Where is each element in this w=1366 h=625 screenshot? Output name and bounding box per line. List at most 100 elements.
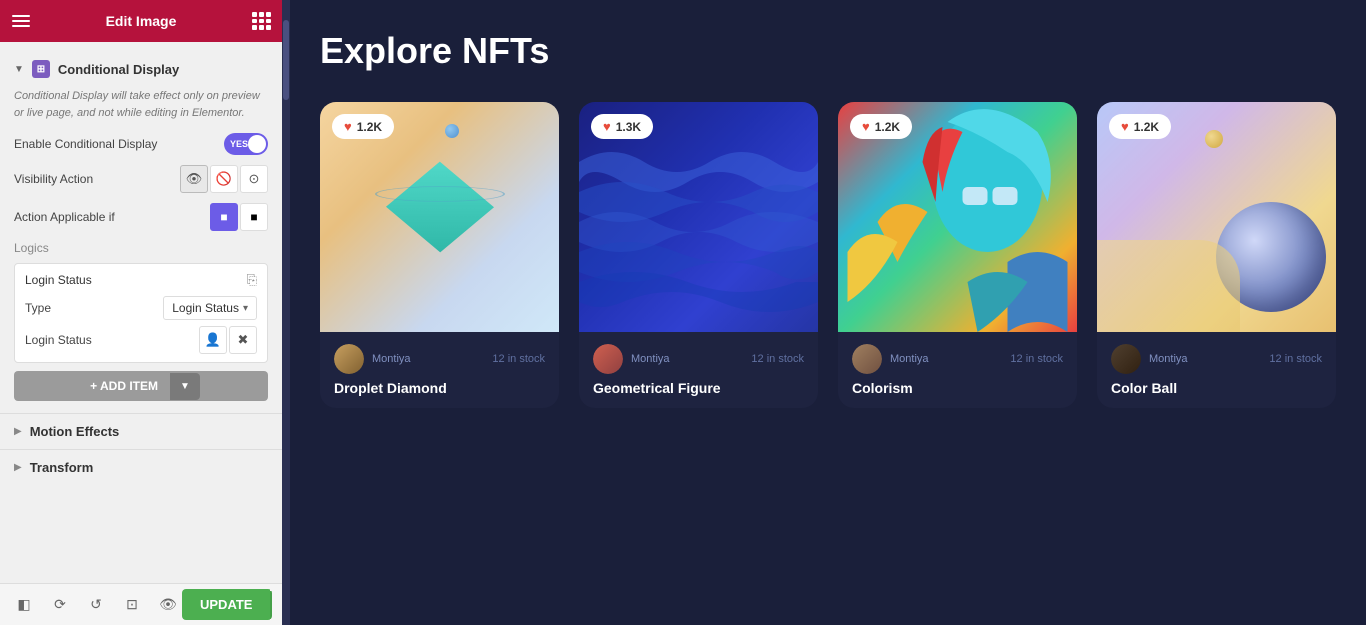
- copy-icon[interactable]: ⎘: [247, 272, 257, 288]
- type-row: Type Login Status ▾: [25, 296, 257, 320]
- nft-card-image-1: ♥ 1.3K: [579, 102, 818, 332]
- motion-effects-chevron-icon: ▶: [14, 426, 22, 437]
- nft-meta-0: Montiya 12 in stock: [334, 344, 545, 374]
- author-name-0: Montiya: [372, 353, 411, 365]
- small-sphere: [1205, 130, 1223, 148]
- stock-label-2: 12 in stock: [1010, 353, 1063, 365]
- login-status-title: Login Status: [25, 273, 92, 287]
- conditional-display-icon: ⊞: [32, 60, 50, 78]
- diamond-shape: [385, 162, 493, 253]
- avatar-0: [334, 344, 364, 374]
- avatar-2: [852, 344, 882, 374]
- logic-item-header: Login Status ⎘: [25, 272, 257, 288]
- transform-section[interactable]: ▶ Transform: [0, 449, 282, 485]
- type-dropdown[interactable]: Login Status ▾: [163, 296, 257, 320]
- nft-title-2: Colorism: [852, 380, 1063, 396]
- add-item-label: + ADD ITEM: [90, 379, 158, 393]
- visibility-eye-btn[interactable]: 👁: [180, 165, 208, 193]
- login-status-btn-group: 👤 ✖: [199, 326, 257, 354]
- heart-icon-0: ♥: [344, 119, 352, 134]
- logics-label: Logics: [14, 241, 268, 255]
- grid-icon[interactable]: [252, 12, 270, 30]
- nft-title-3: Color Ball: [1111, 380, 1322, 396]
- nft-title-0: Droplet Diamond: [334, 380, 545, 396]
- nft-card-footer-0: Montiya 12 in stock Droplet Diamond: [320, 332, 559, 408]
- likes-count-0: 1.2K: [357, 120, 382, 134]
- transform-chevron-icon: ▶: [14, 462, 22, 473]
- nft-card-1[interactable]: ♥ 1.3K Monti: [579, 102, 818, 408]
- top-bar: Edit Image: [0, 0, 282, 42]
- panel-content: ▼ ⊞ Conditional Display Conditional Disp…: [0, 42, 282, 583]
- small-ball: [445, 124, 459, 138]
- motion-effects-section[interactable]: ▶ Motion Effects: [0, 413, 282, 449]
- orbit-ring: [375, 186, 505, 201]
- nft-card-footer-3: Montiya 12 in stock Color Ball: [1097, 332, 1336, 408]
- update-arrow-btn[interactable]: ▲: [270, 591, 272, 619]
- history-tool-btn[interactable]: ↺: [82, 591, 110, 619]
- theme-tool-btn[interactable]: ⟳: [46, 591, 74, 619]
- nft-author-1: Montiya: [593, 344, 670, 374]
- visibility-btn-group: 👁 🚫 ⊙: [180, 165, 268, 193]
- toggle-yes-label: YES: [230, 139, 248, 149]
- scrollbar[interactable]: [282, 0, 290, 625]
- nft-card-2[interactable]: ♥ 1.2K: [838, 102, 1077, 408]
- author-name-2: Montiya: [890, 353, 929, 365]
- action-applicable-row: Action Applicable if ■ ■: [14, 203, 268, 231]
- gradient-accent: [1097, 240, 1240, 332]
- motion-effects-label: Motion Effects: [30, 424, 120, 439]
- enable-conditional-row: Enable Conditional Display YES: [14, 133, 268, 155]
- add-item-button[interactable]: + ADD ITEM ▼: [14, 371, 268, 401]
- visibility-eye-slash-btn[interactable]: 🚫: [210, 165, 238, 193]
- nft-meta-1: Montiya 12 in stock: [593, 344, 804, 374]
- preview-tool-btn[interactable]: 👁: [154, 591, 182, 619]
- stock-label-0: 12 in stock: [492, 353, 545, 365]
- applicable-all-btn[interactable]: ■: [210, 203, 238, 231]
- main-content: Explore NFTs ♥ 1.2K: [290, 0, 1366, 625]
- nft-author-0: Montiya: [334, 344, 411, 374]
- avatar-3: [1111, 344, 1141, 374]
- conditional-display-section-header[interactable]: ▼ ⊞ Conditional Display: [0, 50, 282, 88]
- wave-svg: [579, 102, 818, 332]
- scrollbar-thumb: [283, 20, 289, 100]
- logic-item: Login Status ⎘ Type Login Status ▾ Login…: [14, 263, 268, 363]
- login-status-label: Login Status: [25, 333, 92, 347]
- conditional-display-info: Conditional Display will take effect onl…: [14, 88, 268, 121]
- toggle-knob: [248, 135, 266, 153]
- explore-title: Explore NFTs: [320, 30, 1336, 72]
- update-button[interactable]: UPDATE: [182, 589, 270, 620]
- avatar-1: [593, 344, 623, 374]
- visibility-clock-btn[interactable]: ⊙: [240, 165, 268, 193]
- nft-card-image-0: ♥ 1.2K: [320, 102, 559, 332]
- stock-label-1: 12 in stock: [751, 353, 804, 365]
- chevron-down-icon: ▼: [14, 64, 24, 75]
- author-name-1: Montiya: [631, 353, 670, 365]
- panel-title: Edit Image: [106, 13, 177, 29]
- enable-conditional-label: Enable Conditional Display: [14, 137, 157, 151]
- login-user-icon-btn[interactable]: 👤: [199, 326, 227, 354]
- login-status-row: Login Status 👤 ✖: [25, 326, 257, 354]
- login-user-x-icon-btn[interactable]: ✖: [229, 326, 257, 354]
- hamburger-icon[interactable]: [12, 15, 30, 27]
- nft-author-2: Montiya: [852, 344, 929, 374]
- add-item-arrow-icon: ▼: [170, 373, 200, 400]
- nft-card-3[interactable]: ♥ 1.2K Montiya 12 i: [1097, 102, 1336, 408]
- visibility-action-label: Visibility Action: [14, 172, 93, 186]
- applicable-any-btn[interactable]: ■: [240, 203, 268, 231]
- nft-card-image-2: ♥ 1.2K: [838, 102, 1077, 332]
- type-value: Login Status: [172, 301, 239, 315]
- bottom-toolbar: ◧ ⟳ ↺ ⊡ 👁 UPDATE ▲: [0, 583, 282, 625]
- action-applicable-label: Action Applicable if: [14, 210, 115, 224]
- applicable-btn-group: ■ ■: [210, 203, 268, 231]
- layers-tool-btn[interactable]: ◧: [10, 591, 38, 619]
- nft-grid: ♥ 1.2K Montiya 12: [320, 102, 1336, 408]
- transform-label: Transform: [30, 460, 94, 475]
- enable-conditional-toggle[interactable]: YES: [224, 133, 268, 155]
- like-badge-3: ♥ 1.2K: [1109, 114, 1171, 139]
- conditional-display-title: Conditional Display: [58, 62, 179, 77]
- nft-card-0[interactable]: ♥ 1.2K Montiya 12: [320, 102, 559, 408]
- dropdown-cursor-icon: ▾: [243, 303, 248, 314]
- bottom-tools: ◧ ⟳ ↺ ⊡ 👁: [10, 591, 182, 619]
- conditional-display-content: Conditional Display will take effect onl…: [0, 88, 282, 413]
- responsive-tool-btn[interactable]: ⊡: [118, 591, 146, 619]
- nft-card-footer-1: Montiya 12 in stock Geometrical Figure: [579, 332, 818, 408]
